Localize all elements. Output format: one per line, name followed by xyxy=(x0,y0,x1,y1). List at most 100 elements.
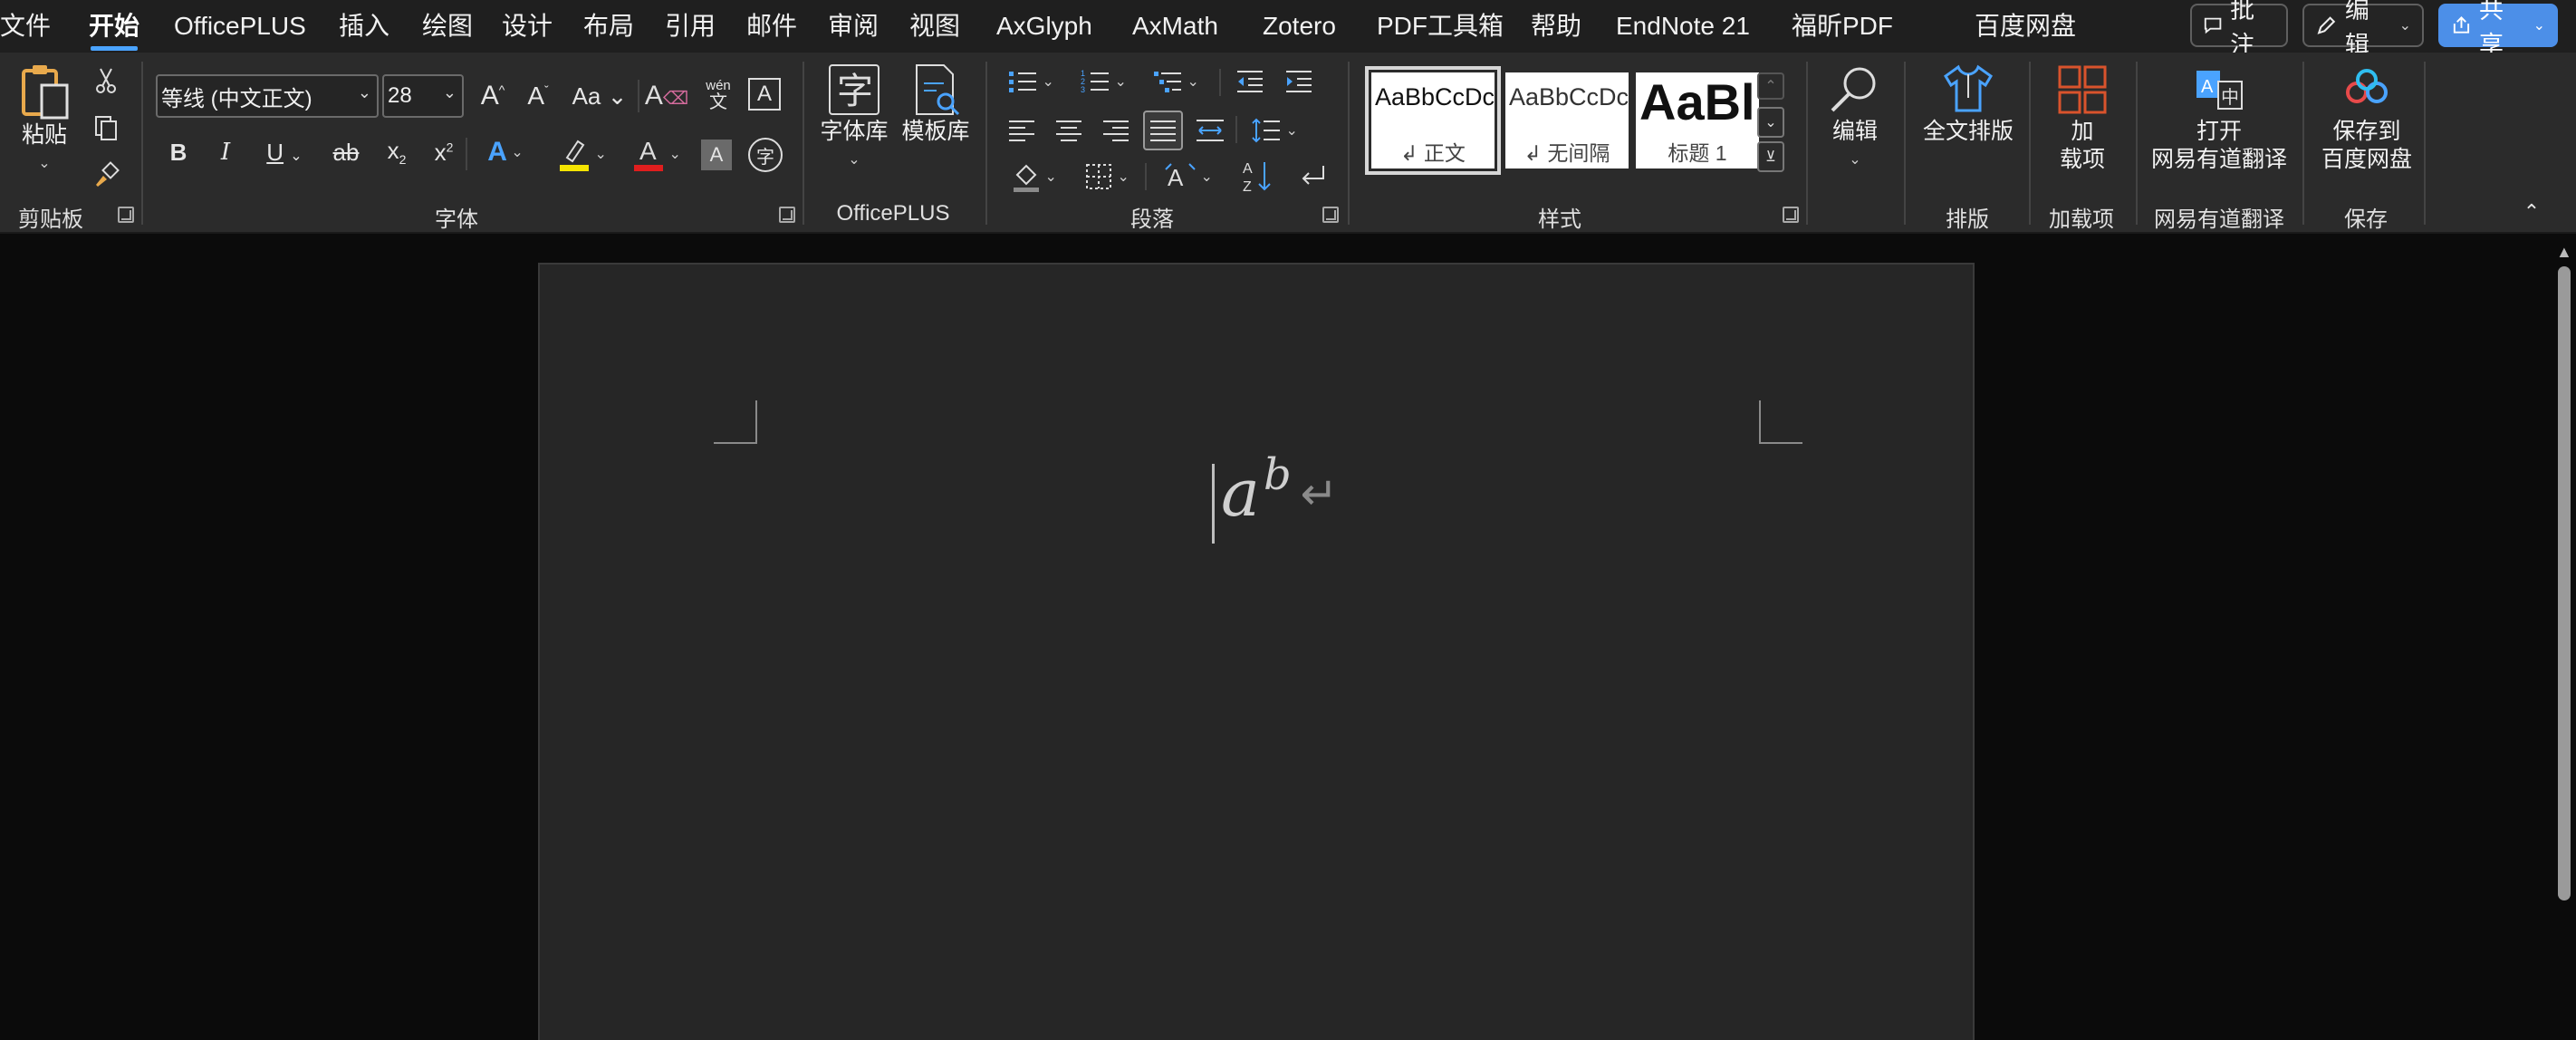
subscript-button[interactable]: x2 xyxy=(380,134,413,170)
styles-dialog-launcher[interactable] xyxy=(1783,207,1799,223)
shading-button[interactable]: ⌄ xyxy=(1005,158,1063,196)
borders-button[interactable]: ⌄ xyxy=(1078,158,1136,196)
style-no-spacing[interactable]: AaBbCcDc ↲ 无间隔 xyxy=(1505,72,1629,169)
italic-button[interactable]: I xyxy=(210,134,241,170)
align-center-button[interactable] xyxy=(1051,112,1087,149)
editing-mode-button[interactable]: 编辑 ⌄ xyxy=(2302,0,2424,59)
cut-button[interactable] xyxy=(91,65,121,96)
justify-button[interactable] xyxy=(1143,111,1183,150)
paste-button[interactable]: 粘贴 ⌄ xyxy=(13,62,76,178)
multilevel-list-button[interactable]: ⌄ xyxy=(1147,65,1205,98)
menu-baidu-netdisk[interactable]: 百度网盘 xyxy=(1975,9,2076,45)
styles-more-button[interactable]: ⊻ xyxy=(1757,141,1784,172)
group-divider xyxy=(141,62,143,225)
menu-design[interactable]: 设计 xyxy=(502,9,553,45)
save-to-baidu-button[interactable]: 保存到 百度网盘 xyxy=(2315,62,2418,174)
svg-text:字: 字 xyxy=(837,71,873,112)
menu-pdf-toolbox[interactable]: PDF工具箱 xyxy=(1377,9,1504,45)
menu-insert[interactable]: 插入 xyxy=(339,9,389,45)
addins-group-label: 加载项 xyxy=(2049,207,2114,232)
show-formatting-marks-button[interactable] xyxy=(1292,158,1331,196)
document-canvas: a b ↵ xyxy=(0,234,2551,1040)
shrink-font-button[interactable]: Aˇ xyxy=(520,78,556,114)
line-spacing-button[interactable]: ⌄ xyxy=(1245,112,1304,149)
share-button[interactable]: 共享 ⌄ xyxy=(2438,0,2558,59)
menu-officeplus[interactable]: OfficePLUS xyxy=(174,9,306,45)
style-normal[interactable]: AaBbCcDc ↲ 正文 xyxy=(1365,66,1501,175)
comments-button[interactable]: 批注 xyxy=(2190,0,2288,59)
font-library-button[interactable]: 字 字体库 ⌄ xyxy=(815,62,893,174)
document-page[interactable]: a b ↵ xyxy=(538,263,1975,1040)
distributed-button[interactable] xyxy=(1192,112,1228,149)
numbering-button[interactable]: 123 ⌄ xyxy=(1074,65,1132,98)
menu-draw[interactable]: 绘图 xyxy=(422,9,473,45)
menu-mailings[interactable]: 邮件 xyxy=(746,9,797,45)
copy-icon xyxy=(95,116,117,140)
scroll-up-arrow-icon[interactable]: ▲ xyxy=(2556,243,2572,262)
menu-help[interactable]: 帮助 xyxy=(1531,9,1581,45)
text-effects-button[interactable]: A ⌄ xyxy=(476,134,534,170)
equation[interactable]: a b ↵ xyxy=(1212,449,1339,544)
clipboard-dialog-launcher[interactable] xyxy=(118,207,134,223)
highlight-color-button[interactable]: ⌄ xyxy=(551,134,614,174)
full-text-layout-button[interactable]: 全文排版 xyxy=(1918,62,2018,146)
borders-icon xyxy=(1086,164,1112,189)
strikethrough-button[interactable]: ab xyxy=(328,134,364,170)
formatting-marks-icon xyxy=(1302,166,1324,185)
editing-button[interactable]: 编辑 ⌄ xyxy=(1819,62,1891,174)
group-divider xyxy=(803,62,804,225)
font-size-combo[interactable]: 28 ⌄ xyxy=(382,74,464,118)
addins-button[interactable]: 加 载项 xyxy=(2043,62,2121,174)
chinese-layout-button[interactable]: A ⌄ xyxy=(1156,158,1221,196)
youdao-group-label: 网易有道翻译 xyxy=(2154,207,2284,232)
menu-view[interactable]: 视图 xyxy=(909,9,960,45)
clear-formatting-button[interactable]: A⌫ xyxy=(645,78,688,114)
font-library-icon: 字 xyxy=(829,64,879,115)
phonetic-guide-button[interactable]: wén 文 xyxy=(699,74,737,114)
superscript-button[interactable]: x2 xyxy=(428,134,460,170)
font-dialog-launcher[interactable] xyxy=(779,207,795,223)
menu-endnote[interactable]: EndNote 21 xyxy=(1616,9,1750,45)
svg-text:3: 3 xyxy=(1081,85,1085,94)
change-case-icon: Aa ⌄ xyxy=(572,82,628,110)
highlighter-icon xyxy=(560,140,590,171)
menu-references[interactable]: 引用 xyxy=(665,9,716,45)
bold-button[interactable]: B xyxy=(163,134,194,170)
copy-button[interactable] xyxy=(91,112,121,143)
template-library-button[interactable]: 模板库 xyxy=(897,62,975,146)
menu-zotero[interactable]: Zotero xyxy=(1263,9,1336,45)
collapse-ribbon-button[interactable]: ⌃ xyxy=(2518,199,2545,225)
menu-file[interactable]: 文件 xyxy=(0,9,51,45)
character-shading-button[interactable]: A xyxy=(701,140,732,170)
menu-axmath[interactable]: AxMath xyxy=(1132,9,1218,45)
menu-review[interactable]: 审阅 xyxy=(828,9,879,45)
align-right-button[interactable] xyxy=(1098,112,1134,149)
enclose-characters-button[interactable]: 字 xyxy=(748,138,783,172)
decrease-indent-button[interactable] xyxy=(1232,65,1268,98)
change-case-button[interactable]: Aa ⌄ xyxy=(571,78,629,114)
shrink-font-icon: Aˇ xyxy=(527,82,549,110)
scrollbar-thumb[interactable] xyxy=(2558,266,2571,900)
menu-home[interactable]: 开始 xyxy=(89,9,139,51)
menu-layout[interactable]: 布局 xyxy=(583,9,634,45)
format-painter-button[interactable] xyxy=(91,159,121,190)
character-border-button[interactable]: A xyxy=(748,78,781,111)
style-heading-1[interactable]: AaBl 标题 1 xyxy=(1636,72,1759,169)
styles-scroll-up-button[interactable]: ⌃ xyxy=(1757,72,1784,100)
save-label-line1: 保存到 xyxy=(2332,119,2401,144)
font-name-combo[interactable]: 等线 (中文正文) ⌄ xyxy=(156,74,379,118)
styles-scroll-down-button[interactable]: ⌄ xyxy=(1757,107,1784,138)
menu-foxit-pdf[interactable]: 福昕PDF xyxy=(1792,9,1893,45)
increase-indent-button[interactable] xyxy=(1281,65,1317,98)
menu-axglyph[interactable]: AxGlyph xyxy=(996,9,1092,45)
font-color-button[interactable]: A ⌄ xyxy=(625,134,688,174)
align-left-button[interactable] xyxy=(1004,112,1040,149)
vertical-scrollbar[interactable]: ▲ xyxy=(2551,234,2576,1040)
bullets-button[interactable]: ⌄ xyxy=(1002,65,1060,98)
grow-font-button[interactable]: A^ xyxy=(475,78,511,114)
youdao-translate-button[interactable]: A中 打开 网易有道翻译 xyxy=(2150,62,2288,174)
underline-button[interactable]: U ⌄ xyxy=(257,134,312,170)
chevron-down-icon: ⌄ xyxy=(1038,74,1054,90)
paragraph-dialog-launcher[interactable] xyxy=(1322,207,1339,223)
sort-button[interactable]: AZ xyxy=(1237,156,1277,197)
